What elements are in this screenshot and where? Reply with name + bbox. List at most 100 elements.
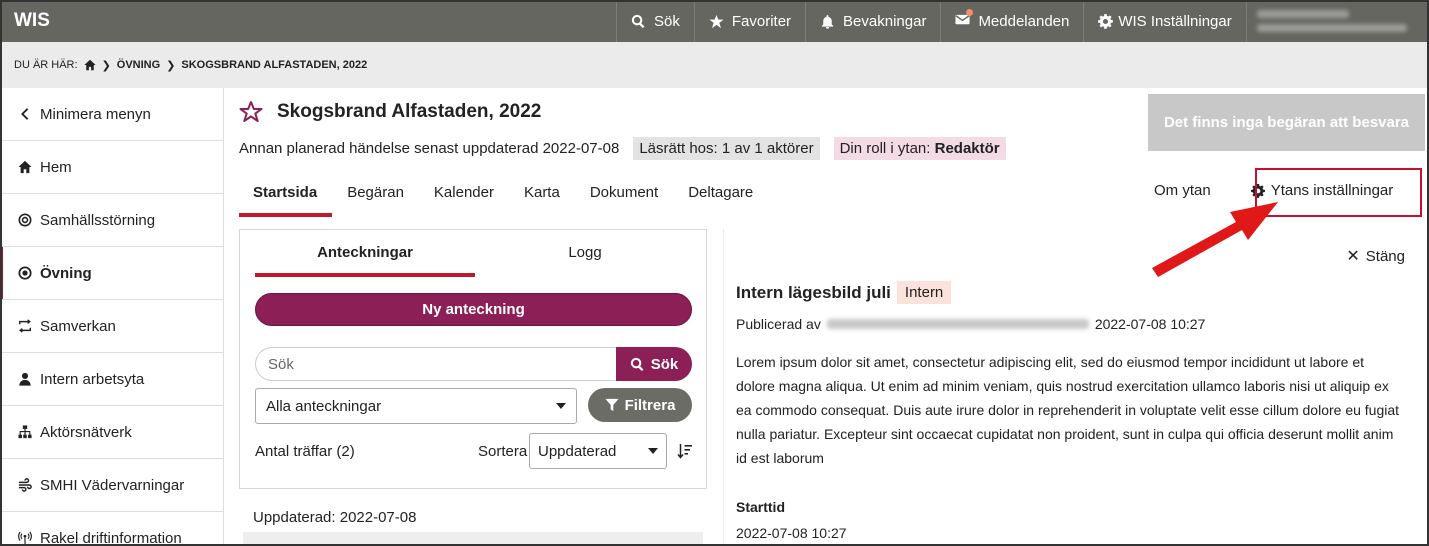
note-detail: ✕ Stäng Intern lägesbild juli Intern Pub… [723, 229, 1429, 546]
search-icon [630, 357, 644, 371]
home-icon[interactable] [83, 59, 96, 71]
chevron-left-icon [21, 108, 29, 120]
note-updated-date: Uppdaterad: 2022-07-08 [253, 509, 417, 526]
intern-badge: Intern [896, 281, 952, 304]
role-badge: Din roll i ytan: Redaktör [833, 137, 1006, 160]
breadcrumb: DU ÄR HÄR: ❯ ÖVNING ❯ SKOGSBRAND ALFASTA… [0, 42, 1429, 88]
sidebar-item-label: Hem [40, 158, 72, 176]
page-meta: Annan planerad händelse senast uppdatera… [239, 137, 1006, 160]
tab-notes[interactable]: Anteckningar [255, 244, 475, 277]
sidebar-item-label: Övning [40, 264, 92, 282]
nav-search-label: Sök [654, 12, 680, 30]
tab-log[interactable]: Logg [475, 244, 695, 273]
funnel-icon [605, 398, 619, 412]
sidebar-item-disturbance[interactable]: Samhällsstörning [0, 194, 223, 247]
caret-down-icon [648, 448, 658, 454]
published-date: 2022-07-08 10:27 [1094, 316, 1206, 332]
notes-filter-select[interactable]: Alla anteckningar [255, 388, 577, 424]
tab-participants[interactable]: Deltagare [673, 180, 768, 211]
sidebar-item-home[interactable]: Hem [0, 141, 223, 194]
start-time-value: 2022-07-08 10:27 [736, 525, 847, 541]
tab-calendar[interactable]: Kalender [419, 180, 509, 211]
tab-start[interactable]: Startsida [239, 180, 333, 217]
sidebar-item-rakel[interactable]: Rakel driftinformation [0, 512, 223, 546]
sort-select[interactable]: Uppdaterad [529, 433, 667, 469]
caret-down-icon [556, 403, 566, 409]
note-card-preview[interactable] [243, 532, 703, 546]
chevron-right-icon: ❯ [101, 59, 111, 72]
chevron-right-icon: ❯ [166, 59, 176, 72]
sidebar: Minimera menyn Hem Samhällsstörning Övni… [0, 88, 224, 546]
sidebar-item-label: Samhällsstörning [40, 211, 156, 229]
note-title-row: Intern lägesbild juli Intern [736, 281, 952, 304]
top-bar: WIS Sök Favoriter Bevakningar Meddelande… [0, 0, 1429, 42]
notes-filter-value: Alla anteckningar [266, 397, 382, 415]
nav-search[interactable]: Sök [616, 0, 694, 42]
sidebar-item-cooperation[interactable]: Samverkan [0, 300, 223, 353]
tab-requests[interactable]: Begäran [332, 180, 419, 211]
sidebar-item-minimize[interactable]: Minimera menyn [0, 88, 223, 141]
breadcrumb-item-ovning[interactable]: ÖVNING [117, 59, 160, 71]
page-subtitle: Annan planerad händelse senast uppdatera… [239, 140, 620, 157]
start-time-label: Starttid [736, 499, 785, 515]
sidebar-item-exercise[interactable]: Övning [0, 247, 223, 300]
star-outline-icon[interactable] [239, 100, 263, 124]
sidebar-item-internal[interactable]: Intern arbetsyta [0, 353, 223, 406]
home-icon [18, 160, 32, 174]
nav-watches[interactable]: Bevakningar [805, 0, 940, 42]
tab-documents[interactable]: Dokument [575, 180, 673, 211]
search-input[interactable] [255, 347, 616, 381]
role-prefix: Din roll i ytan: [839, 140, 931, 157]
close-button[interactable]: ✕ Stäng [1346, 246, 1405, 266]
tab-map[interactable]: Karta [509, 180, 575, 211]
sort-direction-button[interactable] [677, 443, 693, 463]
antenna-icon [18, 531, 32, 545]
request-status-button[interactable]: Det finns inga begäran att besvara [1148, 94, 1425, 151]
sort-desc-icon [677, 444, 692, 459]
note-published: Publicerad av 2022-07-08 10:27 [736, 316, 1205, 332]
star-icon [709, 14, 724, 28]
nav-favorites[interactable]: Favoriter [693, 0, 805, 42]
highlight-box [1255, 168, 1422, 217]
result-count: Antal träffar (2) [255, 443, 355, 460]
filter-button-label: Filtrera [624, 396, 676, 414]
message-notification-badge [955, 8, 974, 31]
workspace-tabs: Startsida Begäran Kalender Karta Dokumen… [239, 180, 768, 217]
sort-label: Sortera [478, 443, 528, 460]
target-icon [18, 213, 32, 227]
envelope-icon [955, 14, 970, 24]
sidebar-item-network[interactable]: Aktörsnätverk [0, 406, 223, 459]
wind-icon [18, 478, 32, 492]
close-label: Stäng [1365, 247, 1405, 265]
user-menu[interactable] [1245, 0, 1409, 42]
search-button-label: Sök [650, 355, 679, 373]
sidebar-item-smhi[interactable]: SMHI Vädervarningar [0, 459, 223, 512]
note-title: Intern lägesbild juli [736, 282, 891, 302]
notes-tabs: Anteckningar Logg [255, 244, 695, 277]
close-icon: ✕ [1346, 248, 1360, 265]
search-icon [631, 14, 645, 28]
breadcrumb-item-current: SKOGSBRAND ALFASTADEN, 2022 [181, 59, 368, 71]
nav-wis-settings[interactable]: WIS Inställningar [1083, 0, 1245, 42]
user-icon [19, 372, 31, 386]
user-org-redacted [1256, 24, 1407, 32]
gear-icon [1098, 13, 1114, 29]
app-logo[interactable]: WIS [0, 10, 616, 32]
notes-search: Sök [255, 347, 692, 381]
filter-button[interactable]: Filtrera [588, 388, 692, 422]
sidebar-item-label: Samverkan [40, 317, 116, 335]
read-access-badge: Läsrätt hos: 1 av 1 aktörer [633, 137, 820, 160]
nav-wis-settings-label: WIS Inställningar [1118, 12, 1232, 30]
author-redacted [826, 319, 1089, 329]
network-icon [18, 425, 32, 439]
nav-favorites-label: Favoriter [731, 12, 792, 30]
sidebar-item-label: Aktörsnätverk [40, 423, 132, 441]
nav-messages[interactable]: Meddelanden [940, 0, 1083, 42]
search-button[interactable]: Sök [616, 347, 692, 381]
new-note-button[interactable]: Ny anteckning [255, 293, 692, 326]
published-prefix: Publicerad av [736, 316, 821, 332]
page-title: Skogsbrand Alfastaden, 2022 [277, 101, 542, 122]
sort-value: Uppdaterad [538, 442, 617, 460]
user-name-redacted [1256, 10, 1349, 18]
role-value: Redaktör [934, 140, 1000, 157]
